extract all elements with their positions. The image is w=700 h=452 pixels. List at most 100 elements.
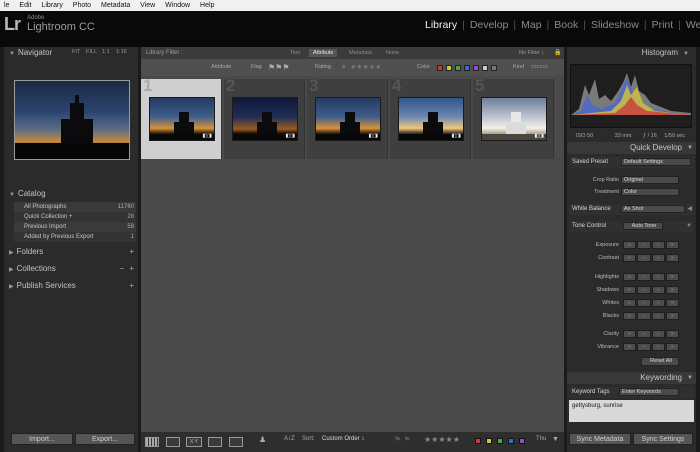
compare-view-icon[interactable]: X Y <box>186 437 202 447</box>
keywording-header[interactable]: Keywording ▼ <box>567 372 696 384</box>
menu-window[interactable]: Window <box>161 0 194 11</box>
flag-filter-icon[interactable]: ⚑⚑⚑ <box>268 59 290 76</box>
zoom-1-1[interactable]: 1:1 <box>102 47 110 58</box>
export-button[interactable]: Export... <box>75 433 135 445</box>
decrease-large-icon[interactable]: « <box>623 241 637 249</box>
auto-tone-button[interactable]: Auto Tone <box>623 222 663 230</box>
catalog-row-previous-export[interactable]: Added by Previous Export 1 <box>14 232 136 242</box>
filter-tab-attribute[interactable]: Attribute <box>309 49 338 57</box>
catalog-row-quick-collection[interactable]: Quick Collection +28 <box>14 212 136 222</box>
navigator-header[interactable]: ▼ Navigator FIT FILL 1:1 1:16 <box>4 47 138 58</box>
filter-preset-select[interactable]: No Filter ↕ <box>519 47 544 59</box>
increase-icon[interactable]: › <box>651 343 665 351</box>
increase-large-icon[interactable]: » <box>665 273 679 281</box>
menu-help[interactable]: Help <box>196 0 218 11</box>
decrease-large-icon[interactable]: « <box>623 254 637 262</box>
sort-select[interactable]: Custom Order ↕ <box>322 436 364 442</box>
import-button[interactable]: Import... <box>11 433 73 445</box>
menu-view[interactable]: View <box>136 0 159 11</box>
module-web[interactable]: Web <box>681 19 700 33</box>
add-folder-icon[interactable]: + <box>129 246 134 257</box>
sync-metadata-button[interactable]: Sync Metadata <box>569 433 631 445</box>
color-filter-swatch[interactable] <box>437 65 443 71</box>
increase-icon[interactable]: › <box>651 286 665 294</box>
decrease-large-icon[interactable]: « <box>623 330 637 338</box>
increase-large-icon[interactable]: » <box>665 299 679 307</box>
lock-icon[interactable]: 🔒 <box>554 47 561 59</box>
kind-filter-icon[interactable]: ▭▭▭ <box>531 59 548 76</box>
flag-icon[interactable]: ⚑ ⚑ <box>394 435 411 444</box>
decrease-large-icon[interactable]: « <box>623 273 637 281</box>
decrease-icon[interactable]: ‹ <box>637 286 651 294</box>
module-print[interactable]: Print <box>647 19 679 33</box>
grid-cell[interactable]: 5 ◧◨ <box>473 77 554 159</box>
grid-view-icon[interactable] <box>145 437 159 447</box>
publish-services-header[interactable]: ▶ Publish Services + <box>4 280 138 291</box>
menu-file[interactable]: le <box>0 0 13 11</box>
painter-icon[interactable]: ♟ <box>259 435 266 444</box>
grid-cell[interactable]: 2 ◧◨ <box>224 77 305 159</box>
zoom-fit[interactable]: FIT <box>72 47 80 58</box>
decrease-large-icon[interactable]: « <box>623 312 637 320</box>
collapse-triangle-icon[interactable]: ◀ <box>687 204 692 215</box>
zoom-1-16[interactable]: 1:16 <box>116 47 127 58</box>
color-label-swatch[interactable] <box>519 438 525 444</box>
increase-icon[interactable]: › <box>651 299 665 307</box>
menu-photo[interactable]: Photo <box>69 0 95 11</box>
star-rating-icon[interactable]: ★★★★★ <box>424 435 460 444</box>
increase-icon[interactable]: › <box>651 273 665 281</box>
color-filter-swatch[interactable] <box>446 65 452 71</box>
folders-header[interactable]: ▶ Folders + <box>4 246 138 257</box>
crop-ratio-select[interactable]: Original <box>621 176 679 184</box>
white-balance-select[interactable]: As Shot <box>621 205 685 213</box>
sync-settings-button[interactable]: Sync Settings <box>633 433 693 445</box>
color-filter-swatch[interactable] <box>455 65 461 71</box>
zoom-fill[interactable]: FILL <box>86 47 97 58</box>
sort-direction-icon[interactable]: A↕Z <box>284 436 295 442</box>
menu-metadata[interactable]: Metadata <box>97 0 134 11</box>
catalog-row-all-photographs[interactable]: All Photographs 11760 <box>14 202 136 212</box>
histogram-header[interactable]: Histogram ▼ <box>567 47 696 58</box>
histogram-chart[interactable]: ISO 50 33 mm ƒ / 16 1/50 sec <box>570 64 692 139</box>
collapse-triangle-icon[interactable]: ▼ <box>686 221 692 232</box>
decrease-large-icon[interactable]: « <box>623 286 637 294</box>
grid-cell[interactable]: 4 ◧◨ <box>390 77 471 159</box>
rating-star-icon[interactable]: ★★★★★ <box>350 64 381 71</box>
decrease-icon[interactable]: ‹ <box>637 273 651 281</box>
catalog-row-previous-import[interactable]: Previous Import 59 <box>14 222 136 232</box>
color-label-swatch[interactable] <box>486 438 492 444</box>
decrease-icon[interactable]: ‹ <box>637 254 651 262</box>
decrease-icon[interactable]: ‹ <box>637 299 651 307</box>
decrease-icon[interactable]: ‹ <box>637 312 651 320</box>
filter-tab-text[interactable]: Text <box>286 49 304 57</box>
add-collection-icon[interactable]: + <box>129 263 134 274</box>
increase-icon[interactable]: › <box>651 330 665 338</box>
decrease-icon[interactable]: ‹ <box>637 241 651 249</box>
keyword-tags-select[interactable]: Enter Keywords <box>619 388 679 396</box>
color-label-swatch[interactable] <box>497 438 503 444</box>
reset-all-button[interactable]: Reset All <box>641 357 679 366</box>
module-map[interactable]: Map <box>516 19 546 33</box>
navigator-preview-image[interactable] <box>14 80 130 160</box>
grid-cell[interactable]: 1 ◧◨ <box>141 77 222 159</box>
filter-tab-metadata[interactable]: Metadata <box>345 49 376 57</box>
filter-tab-none[interactable]: None <box>382 49 403 57</box>
remove-collection-icon[interactable]: − <box>119 263 124 274</box>
color-filter-swatch[interactable] <box>491 65 497 71</box>
color-label-swatch[interactable] <box>475 438 481 444</box>
rating-operator[interactable]: ≥ <box>342 59 345 76</box>
color-filter-swatch[interactable] <box>464 65 470 71</box>
treatment-select[interactable]: Color <box>621 188 679 196</box>
menu-edit[interactable]: Edit <box>15 0 35 11</box>
increase-large-icon[interactable]: » <box>665 343 679 351</box>
photo-thumbnail[interactable]: ◧◨ <box>149 97 215 141</box>
people-view-icon[interactable] <box>229 437 243 447</box>
module-develop[interactable]: Develop <box>465 19 514 33</box>
loupe-view-icon[interactable] <box>166 437 180 447</box>
photo-thumbnail[interactable]: ◧◨ <box>315 97 381 141</box>
photo-thumbnail[interactable]: ◧◨ <box>232 97 298 141</box>
increase-large-icon[interactable]: » <box>665 241 679 249</box>
color-label-swatch[interactable] <box>508 438 514 444</box>
grid-cell[interactable]: 3 ◧◨ <box>307 77 388 159</box>
add-publish-service-icon[interactable]: + <box>129 280 134 291</box>
